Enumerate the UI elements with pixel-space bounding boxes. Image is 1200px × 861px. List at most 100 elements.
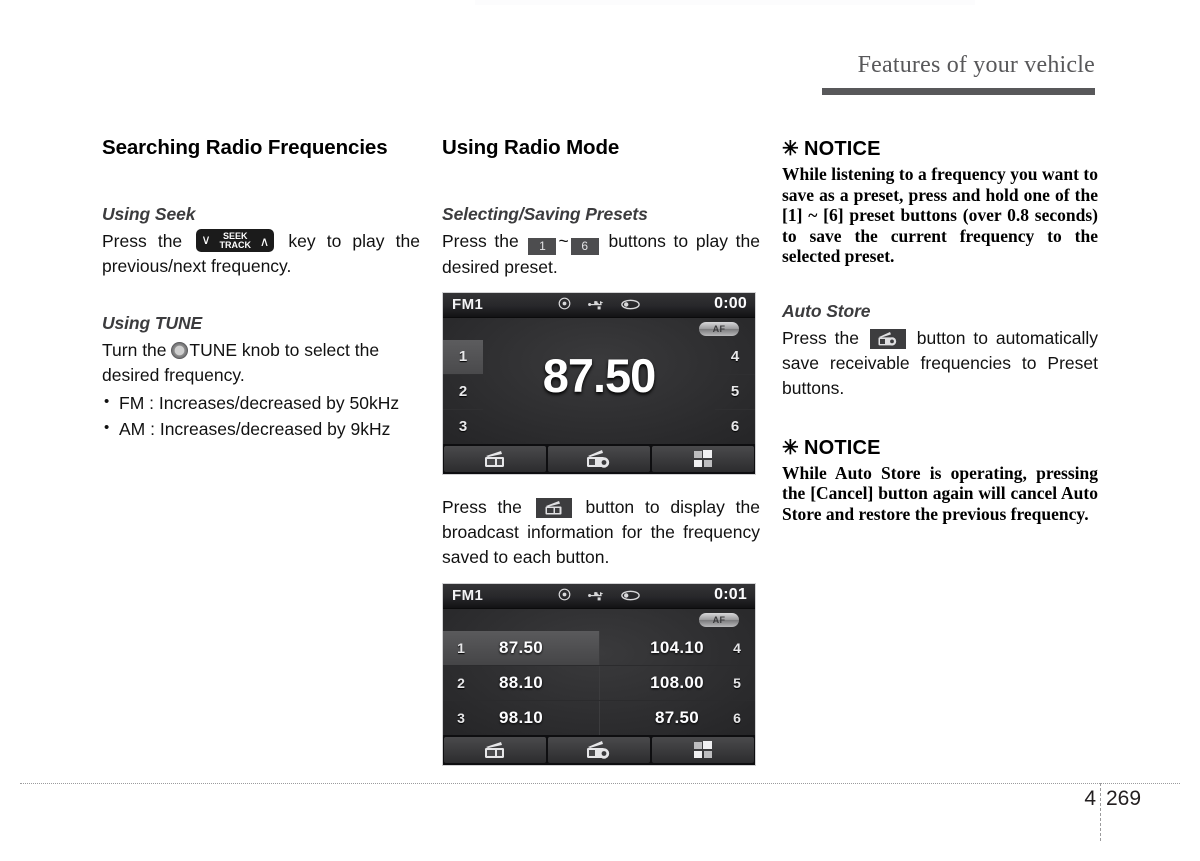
preset-number: 6: [733, 710, 741, 726]
display-toolbar: [443, 735, 755, 765]
preset-button-6[interactable]: 6: [715, 410, 755, 445]
notice-body-1: While listening to a frequency you want …: [782, 164, 1098, 266]
aux-icon: [621, 297, 640, 315]
disc-icon: [558, 297, 571, 315]
preset-grid-icon: [652, 449, 754, 474]
preset-grid-button[interactable]: [652, 737, 754, 763]
auto-store-text-before: Press the: [782, 327, 859, 348]
table-row[interactable]: 5 108.00: [599, 666, 755, 701]
seek-text-before: Press the: [102, 231, 183, 251]
tune-knob-icon: [171, 342, 189, 359]
using-seek-paragraph: Press the ∨ SEEK TRACK ∧ key to play the…: [102, 229, 420, 279]
radio-scan-button[interactable]: [548, 737, 650, 763]
preset-frequency: 104.10: [650, 638, 704, 657]
table-row[interactable]: 1 87.50: [443, 631, 599, 666]
preset-grid-button[interactable]: [652, 446, 754, 472]
page-top-edge-tint: [475, 0, 975, 5]
radio-info-icon: [444, 740, 546, 765]
display-main-area: AF 1 2 3 87.50 4 5 6: [443, 318, 755, 445]
preset-column-right: 4 5 6: [715, 340, 755, 445]
presets-text-before: Press the: [442, 231, 519, 251]
disc-icon: [558, 588, 571, 606]
preset-number: 1: [457, 640, 465, 656]
footer-divider: [20, 783, 1180, 784]
preset-button-5[interactable]: 5: [715, 375, 755, 410]
selecting-saving-presets-heading: Selecting/Saving Presets: [442, 204, 648, 224]
preset-button-3[interactable]: 3: [443, 410, 483, 445]
display-main-area: AF 1 87.50 2 88.10 3 98.10 4 104.10 5 10…: [443, 609, 755, 736]
preset-button-4[interactable]: 4: [715, 340, 755, 375]
af-badge: AF: [699, 613, 739, 627]
preset-6-key-icon: 6: [570, 238, 599, 255]
radio-info-button[interactable]: [444, 737, 546, 763]
auto-store-heading: Auto Store: [782, 300, 871, 321]
table-row[interactable]: 4 104.10: [599, 631, 755, 666]
radio-display-preset-list-screenshot: FM1 0:01 AF 1 87.50 2 88.10 3 98.10 4 10…: [442, 583, 756, 766]
preset-list-left: 1 87.50 2 88.10 3 98.10: [443, 631, 600, 736]
radio-info-button[interactable]: [444, 446, 546, 472]
table-row[interactable]: 2 88.10: [443, 666, 599, 701]
page-header: Features of your vehicle: [100, 52, 1095, 95]
footer-page-number: 269: [1106, 787, 1142, 810]
preset-list-right: 4 104.10 5 108.00 6 87.50: [599, 631, 755, 736]
radio-info-key-icon: [535, 498, 572, 518]
notice-body-2: While Auto Store is operating, pressing …: [782, 462, 1098, 524]
preset-number: 3: [457, 710, 465, 726]
auto-store-paragraph: Press the button to automatically save r…: [782, 326, 1098, 401]
radio-scan-icon: [548, 740, 650, 765]
list-item: AM : Increases/decreased by 9kHz: [102, 415, 420, 442]
footer-vertical-divider: [1100, 783, 1101, 841]
footer-chapter-number: 4: [1084, 787, 1096, 810]
middle-column: Using Radio Mode Selecting/Saving Preset…: [442, 136, 760, 766]
seek-track-key-icon: ∨ SEEK TRACK ∧: [196, 229, 275, 252]
notice-heading-label: NOTICE: [803, 138, 881, 160]
searching-radio-frequencies-heading: Searching Radio Frequencies: [102, 136, 388, 159]
notice-heading-1: ✳ NOTICE: [782, 136, 1098, 161]
info-text-before: Press the: [442, 497, 522, 517]
display-clock: 0:00: [714, 295, 747, 312]
display-clock: 0:01: [714, 586, 747, 603]
table-row[interactable]: 6 87.50: [599, 701, 755, 736]
display-toolbar: [443, 444, 755, 474]
preset-grid-icon: [652, 740, 754, 765]
display-status-icon-group: [443, 588, 755, 606]
preset-number: 2: [457, 675, 465, 691]
table-row[interactable]: 3 98.10: [443, 701, 599, 736]
using-radio-mode-heading: Using Radio Mode: [442, 136, 620, 159]
tune-text-before: Turn the: [102, 340, 167, 360]
using-seek-heading: Using Seek: [102, 204, 196, 224]
radio-scan-button[interactable]: [548, 446, 650, 472]
radio-scan-icon: [548, 449, 650, 474]
tune-step-bullets: FM : Increases/decreased by 50kHz AM : I…: [102, 389, 420, 442]
selecting-presets-paragraph: Press the 1 ~6 buttons to play the desire…: [442, 229, 760, 280]
preset-frequency: 88.10: [498, 673, 544, 692]
radio-display-frequency-screenshot: FM1 0:00 AF 1 2 3 87.50 4 5 6: [442, 292, 756, 475]
broadcast-info-paragraph: Press the button to display the broadcas…: [442, 495, 760, 570]
seek-up-chevron-icon: ∧: [259, 234, 270, 249]
preset-1-key-icon: 1: [528, 238, 557, 255]
preset-button-1[interactable]: 1: [443, 340, 483, 375]
preset-button-2[interactable]: 2: [443, 375, 483, 410]
preset-frequency: 87.50: [654, 708, 700, 727]
usb-icon: [587, 588, 605, 606]
page-title: Features of your vehicle: [857, 52, 1095, 78]
tune-knob-label: TUNE: [189, 340, 238, 360]
preset-frequency: 108.00: [650, 673, 704, 692]
preset-column-left: 1 2 3: [443, 340, 483, 445]
using-tune-heading: Using TUNE: [102, 313, 203, 333]
display-status-icon-group: [443, 297, 755, 315]
header-rule: [822, 88, 1095, 95]
aux-icon: [621, 588, 640, 606]
left-column: Searching Radio Frequencies Using Seek P…: [102, 136, 420, 442]
preset-frequency: 98.10: [498, 708, 544, 727]
asterisk-icon: ✳: [782, 436, 799, 459]
display-status-bar: FM1: [443, 293, 755, 318]
display-status-bar: FM1: [443, 584, 755, 609]
preset-list-grid: 1 87.50 2 88.10 3 98.10 4 104.10 5 108.0…: [443, 631, 755, 736]
usb-icon: [587, 297, 605, 315]
radio-info-icon: [444, 449, 546, 474]
